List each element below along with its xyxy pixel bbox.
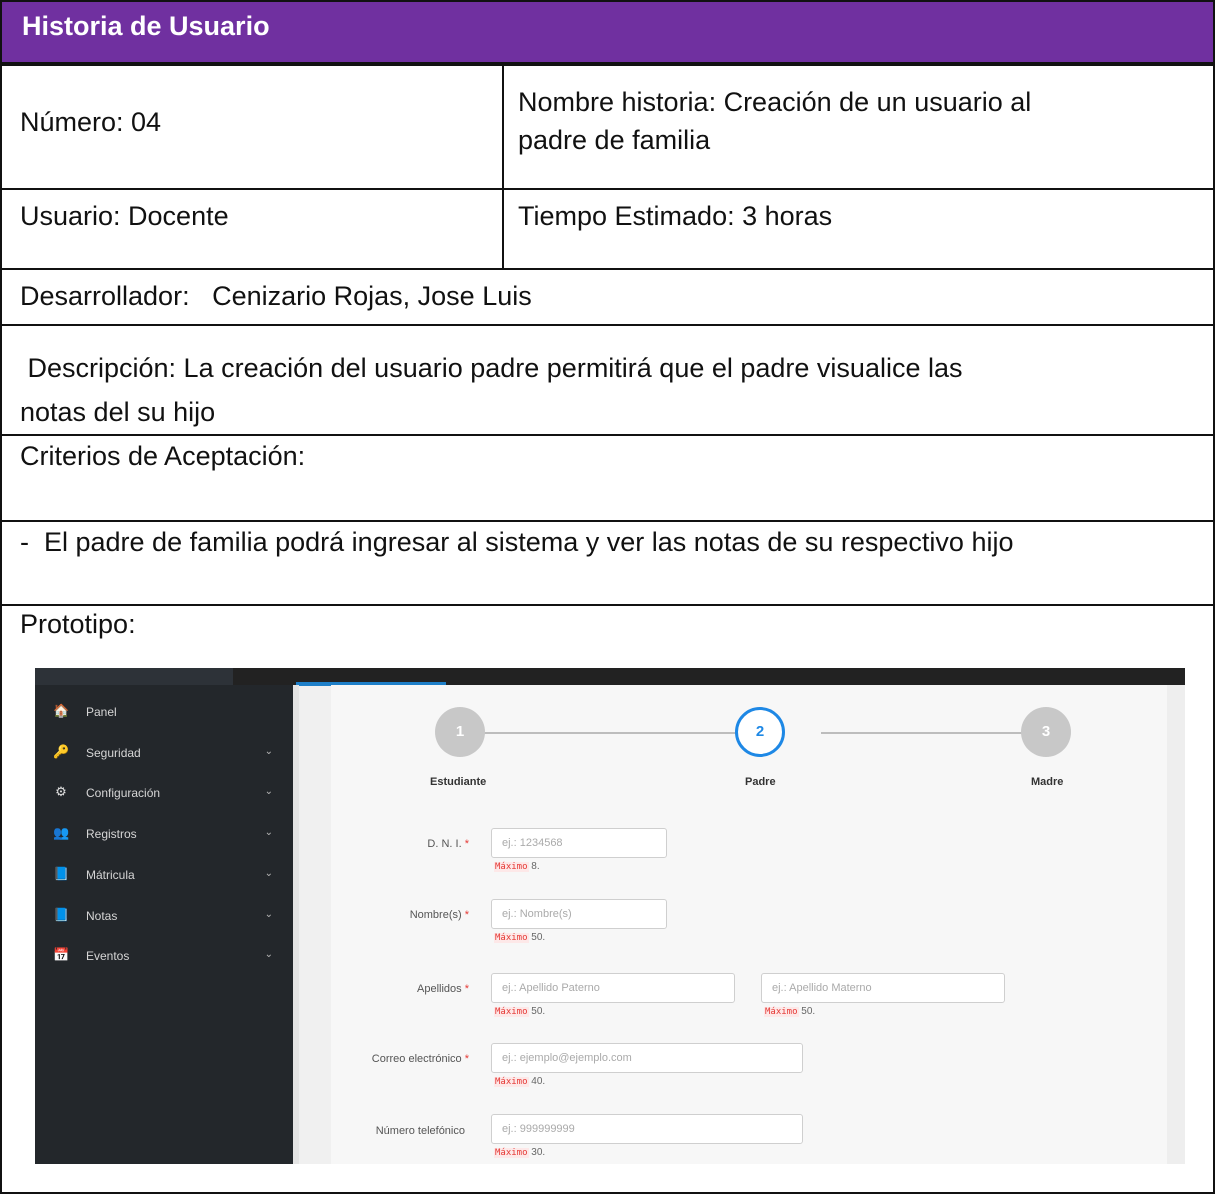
gears-icon: ⚙ xyxy=(55,784,67,799)
correo-hint: Máximo 40. xyxy=(494,1076,546,1087)
step-connector xyxy=(461,732,771,734)
chevron-down-icon: ⌄ xyxy=(264,909,273,920)
nombre-text-line2: padre de familia xyxy=(518,125,711,155)
step-label-estudiante: Estudiante xyxy=(430,776,487,788)
apellido-materno-input[interactable]: ej.: Apellido Materno xyxy=(761,973,1005,1003)
numero-text: Número: 04 xyxy=(20,107,162,137)
book-icon: 📘 xyxy=(53,907,70,922)
scrollbar[interactable] xyxy=(1167,685,1185,1164)
form-panel: 1 2 3 Estudiante Padre Madre D. N. I. * … xyxy=(331,685,1167,1164)
step-1[interactable]: 1 xyxy=(435,707,485,757)
dni-label: D. N. I. * xyxy=(427,838,469,850)
chevron-down-icon: ⌄ xyxy=(264,746,273,757)
app-topbar xyxy=(35,668,1185,686)
sidebar-item-configuracion[interactable]: ⚙ Configuración ⌄ xyxy=(53,784,273,804)
sidebar-item-registros[interactable]: 👥 Registros ⌄ xyxy=(53,825,273,845)
prototype-screenshot: 🏠 Panel 🔑 Seguridad ⌄ ⚙ Configuración ⌄ … xyxy=(35,668,1185,1164)
step-label-madre: Madre xyxy=(1031,776,1064,788)
home-icon: 🏠 xyxy=(53,703,70,718)
sidebar-item-notas[interactable]: 📘 Notas ⌄ xyxy=(53,907,273,927)
nombres-label: Nombre(s) * xyxy=(409,909,469,921)
key-icon: 🔑 xyxy=(53,744,70,759)
dni-input[interactable]: ej.: 1234568 xyxy=(491,828,667,858)
dni-hint: Máximo 8. xyxy=(494,861,540,872)
chevron-down-icon: ⌄ xyxy=(264,827,273,838)
sidebar-item-eventos[interactable]: 📅 Eventos ⌄ xyxy=(53,947,273,967)
tiempo-text: Tiempo Estimado: 3 horas xyxy=(518,201,833,231)
book-icon: 📘 xyxy=(53,866,70,881)
story-title: Historia de Usuario xyxy=(22,11,270,41)
nombres-hint: Máximo 50. xyxy=(494,932,546,943)
sidebar-item-matricula[interactable]: 📘 Mátricula ⌄ xyxy=(53,866,273,886)
desarrollador-text: Desarrollador: Cenizario Rojas, Jose Lui… xyxy=(20,281,532,311)
telefono-hint: Máximo 30. xyxy=(494,1147,546,1158)
descripcion-text-line2: notas del su hijo xyxy=(20,397,216,427)
step-3[interactable]: 3 xyxy=(1021,707,1071,757)
apellidos-label: Apellidos * xyxy=(417,983,469,995)
telefono-label: Número telefónico xyxy=(375,1125,465,1137)
sidebar: 🏠 Panel 🔑 Seguridad ⌄ ⚙ Configuración ⌄ … xyxy=(35,685,293,1164)
nombres-input[interactable]: ej.: Nombre(s) xyxy=(491,899,667,929)
correo-label: Correo electrónico * xyxy=(371,1053,469,1065)
user-story-document: Historia de Usuario Número: 04 Nombre hi… xyxy=(0,0,1215,1194)
chevron-down-icon: ⌄ xyxy=(264,786,273,797)
criterios-title: Criterios de Aceptación: xyxy=(20,441,306,471)
nombre-text-line1: Nombre historia: Creación de un usuario … xyxy=(518,87,1032,117)
apellido-paterno-input[interactable]: ej.: Apellido Paterno xyxy=(491,973,735,1003)
step-2[interactable]: 2 xyxy=(735,707,785,757)
apellido-materno-hint: Máximo 50. xyxy=(764,1006,816,1017)
step-label-padre: Padre xyxy=(745,776,776,788)
users-icon: 👥 xyxy=(53,825,70,840)
calendar-icon: 📅 xyxy=(53,947,70,962)
story-header: Historia de Usuario xyxy=(0,0,1215,64)
sidebar-item-seguridad[interactable]: 🔑 Seguridad ⌄ xyxy=(53,744,273,764)
prototipo-title: Prototipo: xyxy=(20,609,136,639)
usuario-text: Usuario: Docente xyxy=(20,201,229,231)
sidebar-item-panel[interactable]: 🏠 Panel xyxy=(53,703,273,723)
descripcion-text-line1: Descripción: La creación del usuario pad… xyxy=(20,353,963,383)
apellido-paterno-hint: Máximo 50. xyxy=(494,1006,546,1017)
telefono-input[interactable]: ej.: 999999999 xyxy=(491,1114,803,1144)
correo-input[interactable]: ej.: ejemplo@ejemplo.com xyxy=(491,1043,803,1073)
criterios-item: - El padre de familia podrá ingresar al … xyxy=(20,527,1014,557)
chevron-down-icon: ⌄ xyxy=(264,868,273,879)
chevron-down-icon: ⌄ xyxy=(264,949,273,960)
